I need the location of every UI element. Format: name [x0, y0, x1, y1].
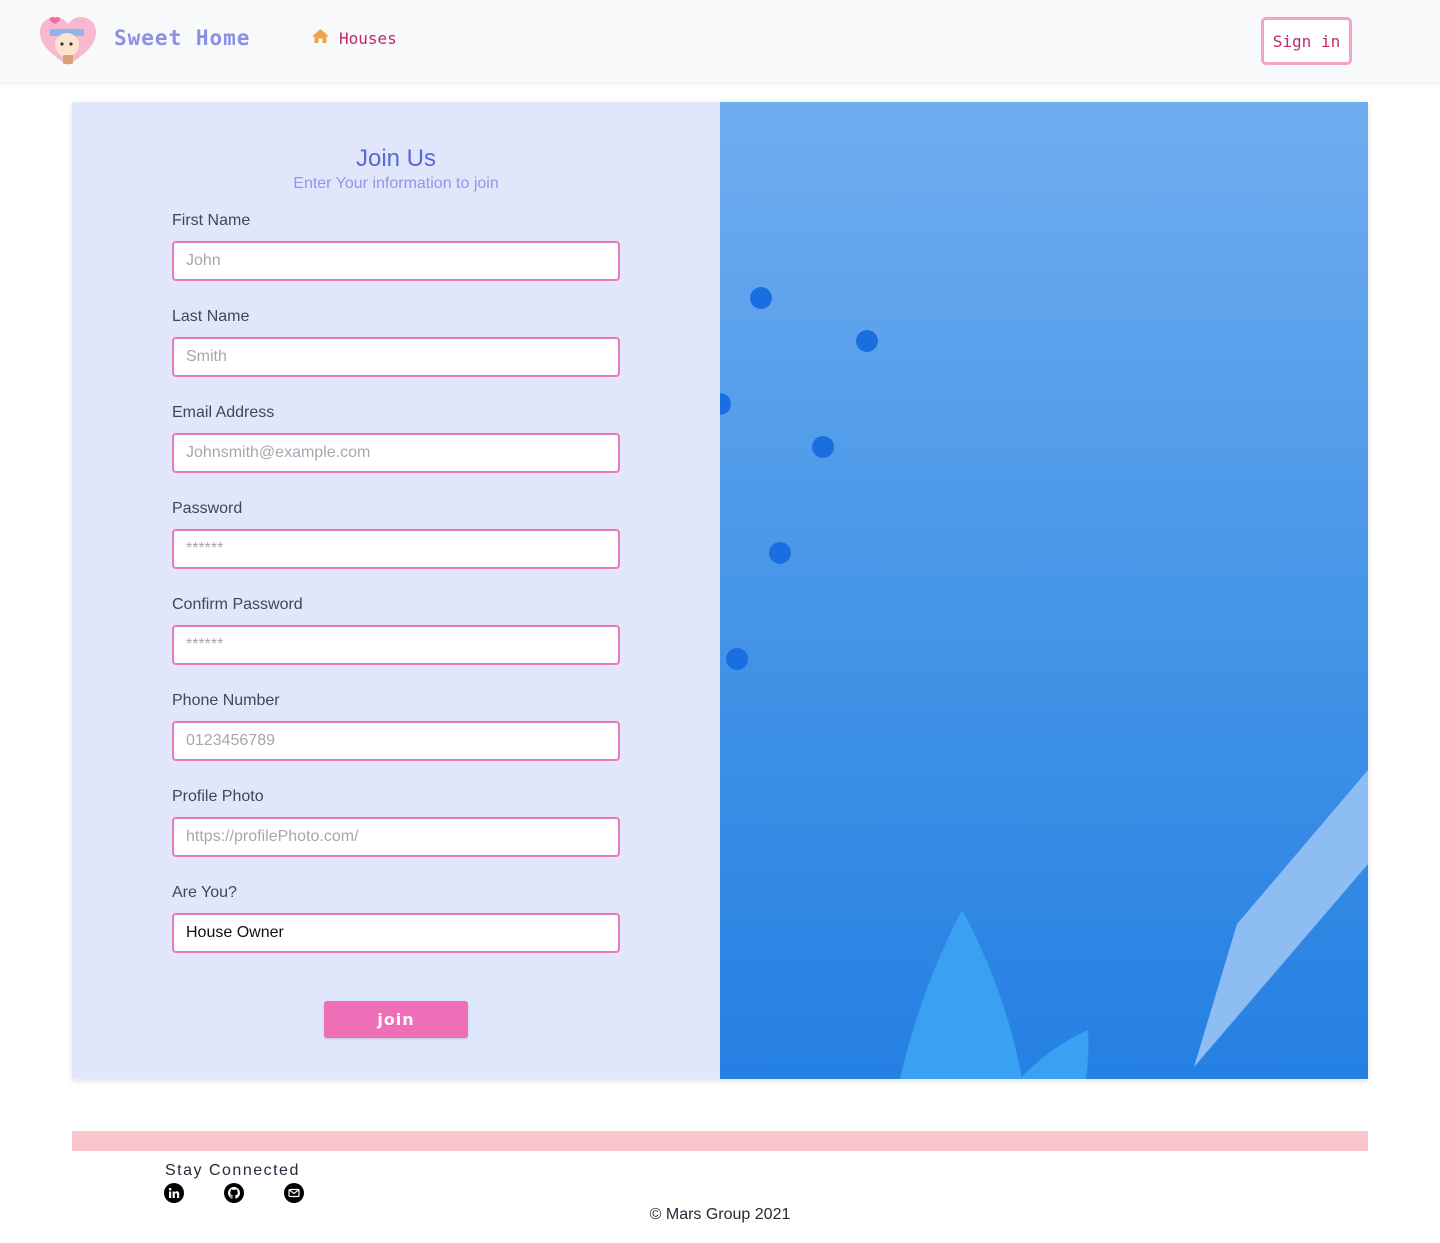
email-input[interactable] [172, 433, 620, 473]
password-label: Password [172, 500, 243, 517]
role-label: Are You? [172, 884, 237, 901]
footer-divider [72, 1131, 1368, 1151]
logo-icon[interactable] [38, 15, 98, 67]
confirm-password-input[interactable] [172, 625, 620, 665]
copyright-text: © Mars Group 2021 [649, 1206, 791, 1223]
home-icon [311, 28, 330, 48]
first-name-label: First Name [172, 212, 251, 229]
stay-connected-heading: Stay Connected [165, 1162, 300, 1179]
confirm-password-label: Confirm Password [172, 596, 303, 613]
form-title: Join Us [355, 145, 437, 172]
join-button[interactable]: join [324, 1001, 468, 1038]
first-name-input[interactable] [172, 241, 620, 281]
phone-label: Phone Number [172, 692, 280, 709]
nav-houses-label: Houses [339, 28, 397, 48]
brand-name[interactable]: Sweet Home [114, 26, 250, 50]
join-card: Join Us Enter Your information to join F… [72, 102, 1368, 1079]
nav-houses-link[interactable]: Houses [311, 28, 397, 48]
top-navbar: Sweet Home Houses Sign in [0, 0, 1440, 82]
last-name-label: Last Name [172, 308, 250, 325]
profile-photo-input[interactable] [172, 817, 620, 857]
phone-input[interactable] [172, 721, 620, 761]
decorative-illustration [720, 102, 1368, 1079]
profile-photo-label: Profile Photo [172, 788, 264, 805]
form-subtitle: Enter Your information to join [293, 175, 499, 192]
email-label: Email Address [172, 404, 275, 421]
password-input[interactable] [172, 529, 620, 569]
last-name-input[interactable] [172, 337, 620, 377]
role-select[interactable] [172, 913, 620, 953]
github-icon[interactable] [224, 1183, 244, 1203]
linkedin-icon[interactable] [164, 1183, 184, 1203]
email-icon[interactable] [284, 1183, 304, 1203]
join-form: Join Us Enter Your information to join F… [72, 102, 720, 1079]
sign-in-button[interactable]: Sign in [1261, 17, 1352, 65]
